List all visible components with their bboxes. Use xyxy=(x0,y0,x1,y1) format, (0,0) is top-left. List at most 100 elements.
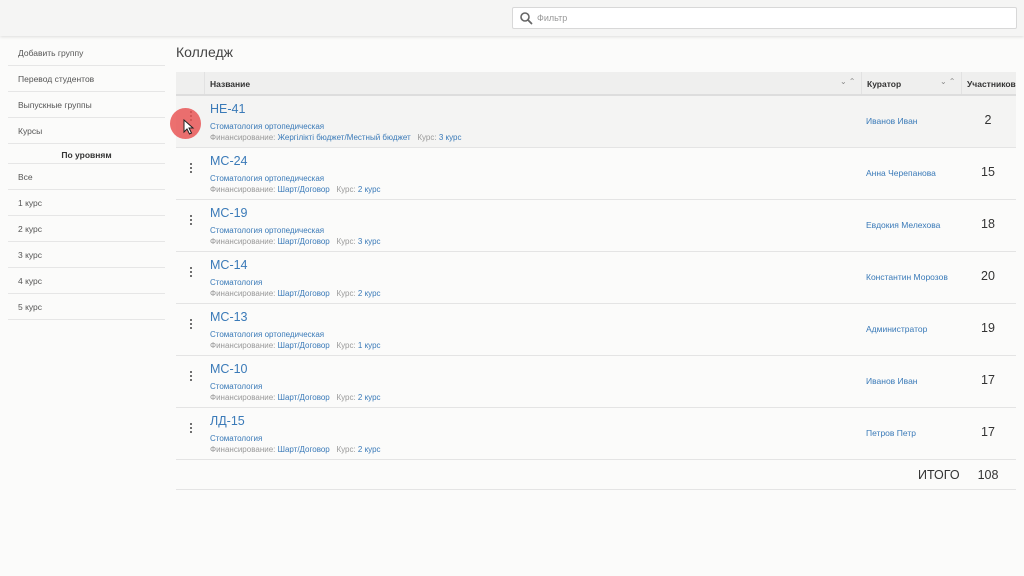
course-value[interactable]: 1 курс xyxy=(358,341,381,350)
sidebar-level-5[interactable]: 5 курс xyxy=(8,294,165,320)
funding-label: Финансирование: xyxy=(210,133,276,142)
sidebar-level-4[interactable]: 4 курс xyxy=(8,268,165,294)
course-value[interactable]: 2 курс xyxy=(358,289,381,298)
kebab-menu-icon[interactable] xyxy=(186,213,196,227)
group-name-link[interactable]: МС-19 xyxy=(210,206,248,220)
sidebar-level-1[interactable]: 1 курс xyxy=(8,190,165,216)
column-divider xyxy=(861,72,862,94)
funding-label: Финансирование: xyxy=(210,185,276,194)
funding-info: Финансирование: Жергілікті бюджет/Местны… xyxy=(210,133,461,142)
funding-value[interactable]: Шарт/Договор xyxy=(278,289,330,298)
filter-input[interactable] xyxy=(537,10,1007,26)
sidebar-item-transfer-students[interactable]: Перевод студентов xyxy=(8,66,165,92)
course-value[interactable]: 3 курс xyxy=(358,237,381,246)
funding-info: Финансирование: Шарт/Договор Курс: 2 кур… xyxy=(210,393,381,402)
funding-info: Финансирование: Шарт/Договор Курс: 2 кур… xyxy=(210,185,381,194)
column-header-name[interactable]: Название xyxy=(210,79,250,89)
member-count: 18 xyxy=(981,217,995,231)
sidebar-item-courses[interactable]: Курсы xyxy=(8,118,165,144)
member-count: 19 xyxy=(981,321,995,335)
specialty-link[interactable]: Стоматология ортопедическая xyxy=(210,174,324,183)
funding-value[interactable]: Шарт/Договор xyxy=(278,185,330,194)
sidebar-item-graduate-groups[interactable]: Выпускные группы xyxy=(8,92,165,118)
page-title: Колледж xyxy=(176,44,233,60)
member-count: 17 xyxy=(981,373,995,387)
table-row[interactable]: МС-24 Стоматология ортопедическая Финансир… xyxy=(176,148,1016,200)
funding-info: Финансирование: Шарт/Договор Курс: 1 кур… xyxy=(210,341,381,350)
group-name-link[interactable]: МС-14 xyxy=(210,258,248,272)
kebab-menu-icon[interactable] xyxy=(186,265,196,279)
group-name-link[interactable]: МС-10 xyxy=(210,362,248,376)
group-name-link[interactable]: ЛД-15 xyxy=(210,414,245,428)
specialty-link[interactable]: Стоматология ортопедическая xyxy=(210,330,324,339)
table-row[interactable]: НЕ-41 Стоматология ортопедическая Финансир… xyxy=(176,96,1016,148)
funding-label: Финансирование: xyxy=(210,341,276,350)
mouse-cursor-icon xyxy=(183,119,195,135)
kebab-menu-icon[interactable] xyxy=(186,317,196,331)
group-name-link[interactable]: МС-24 xyxy=(210,154,248,168)
member-count: 2 xyxy=(984,113,992,127)
funding-label: Финансирование: xyxy=(210,445,276,454)
funding-value[interactable]: Жергілікті бюджет/Местный бюджет xyxy=(278,133,411,142)
specialty-link[interactable]: Стоматология ортопедическая xyxy=(210,122,324,131)
member-count: 15 xyxy=(981,165,995,179)
groups-table: Название ⌄⌃ Куратор ⌄⌃ Участников НЕ-41 С… xyxy=(176,72,1016,490)
funding-value[interactable]: Шарт/Договор xyxy=(278,237,330,246)
curator-link[interactable]: Администратор xyxy=(866,324,927,334)
filter-box[interactable] xyxy=(512,7,1017,29)
sidebar-level-all[interactable]: Все xyxy=(8,164,165,190)
curator-link[interactable]: Анна Черепанова xyxy=(866,168,936,178)
curator-link[interactable]: Петров Петр xyxy=(866,428,916,438)
kebab-menu-icon[interactable] xyxy=(186,421,196,435)
curator-link[interactable]: Иванов Иван xyxy=(866,116,918,126)
course-label: Курс: xyxy=(336,341,356,350)
funding-value[interactable]: Шарт/Договор xyxy=(278,393,330,402)
search-icon xyxy=(520,12,533,25)
group-name-link[interactable]: НЕ-41 xyxy=(210,102,245,116)
funding-value[interactable]: Шарт/Договор xyxy=(278,445,330,454)
funding-info: Финансирование: Шарт/Договор Курс: 2 кур… xyxy=(210,289,381,298)
curator-link[interactable]: Иванов Иван xyxy=(866,376,918,386)
top-bar xyxy=(0,0,1024,36)
funding-value[interactable]: Шарт/Договор xyxy=(278,341,330,350)
course-value[interactable]: 3 курс xyxy=(439,133,462,142)
sort-chevrons-icon[interactable]: ⌄⌃ xyxy=(940,77,957,86)
specialty-link[interactable]: Стоматология xyxy=(210,382,262,391)
kebab-menu-icon[interactable] xyxy=(186,161,196,175)
column-header-curator[interactable]: Куратор xyxy=(867,79,901,89)
course-label: Курс: xyxy=(336,237,356,246)
sidebar-level-3[interactable]: 3 курс xyxy=(8,242,165,268)
header-menu-cell xyxy=(176,72,205,94)
funding-label: Финансирование: xyxy=(210,289,276,298)
total-label: ИТОГО xyxy=(918,468,960,482)
curator-link[interactable]: Константин Морозов xyxy=(866,272,948,282)
kebab-menu-icon[interactable] xyxy=(186,369,196,383)
funding-label: Финансирование: xyxy=(210,393,276,402)
specialty-link[interactable]: Стоматология xyxy=(210,434,262,443)
total-value: 108 xyxy=(977,468,999,482)
column-divider xyxy=(961,72,962,94)
sidebar-item-add-group[interactable]: Добавить группу xyxy=(8,40,165,66)
member-count: 17 xyxy=(981,425,995,439)
sort-chevrons-icon[interactable]: ⌄⌃ xyxy=(840,77,857,86)
sidebar-levels-header: По уровням xyxy=(8,144,165,164)
course-label: Курс: xyxy=(336,185,356,194)
specialty-link[interactable]: Стоматология ортопедическая xyxy=(210,226,324,235)
table-header: Название ⌄⌃ Куратор ⌄⌃ Участников xyxy=(176,72,1016,96)
course-value[interactable]: 2 курс xyxy=(358,393,381,402)
course-value[interactable]: 2 курс xyxy=(358,445,381,454)
table-row[interactable]: МС-14 Стоматология Финансирование: Шарт/До… xyxy=(176,252,1016,304)
table-row[interactable]: МС-13 Стоматология ортопедическая Финансир… xyxy=(176,304,1016,356)
specialty-link[interactable]: Стоматология xyxy=(210,278,262,287)
sidebar: Добавить группу Перевод студентов Выпуск… xyxy=(8,40,165,320)
table-row[interactable]: ЛД-15 Стоматология Финансирование: Шарт/До… xyxy=(176,408,1016,460)
course-label: Курс: xyxy=(417,133,437,142)
funding-info: Финансирование: Шарт/Договор Курс: 2 кур… xyxy=(210,445,381,454)
curator-link[interactable]: Евдокия Мелехова xyxy=(866,220,940,230)
group-name-link[interactable]: МС-13 xyxy=(210,310,248,324)
course-value[interactable]: 2 курс xyxy=(358,185,381,194)
sidebar-level-2[interactable]: 2 курс xyxy=(8,216,165,242)
table-row[interactable]: МС-19 Стоматология ортопедическая Финансир… xyxy=(176,200,1016,252)
table-row[interactable]: МС-10 Стоматология Финансирование: Шарт/До… xyxy=(176,356,1016,408)
course-label: Курс: xyxy=(336,445,356,454)
